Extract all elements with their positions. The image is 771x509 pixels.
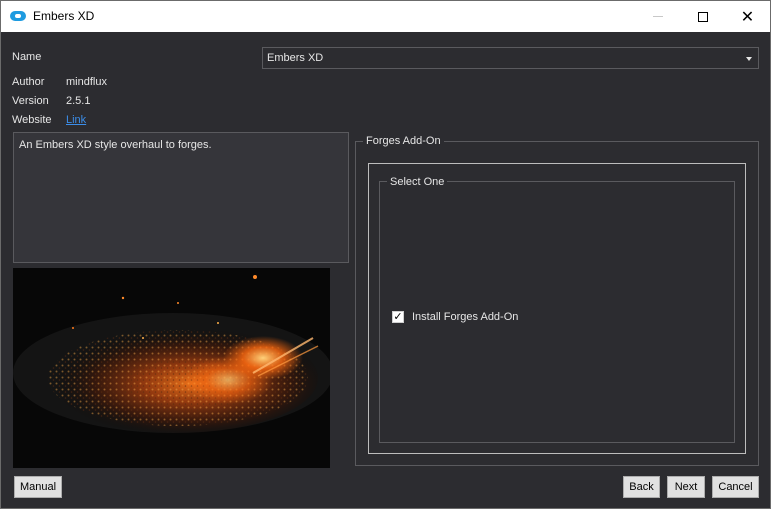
close-icon: ✕ xyxy=(740,6,755,26)
select-one-title: Select One xyxy=(387,176,448,188)
checkmark-icon: ✓ xyxy=(393,310,403,323)
installer-window: Embers XD ✕ Name Embers XD Author mindfl… xyxy=(0,0,771,509)
name-label: Name xyxy=(12,51,42,63)
name-dropdown[interactable]: Embers XD xyxy=(262,47,759,69)
close-button[interactable]: ✕ xyxy=(725,1,770,32)
addon-group-title: Forges Add-On xyxy=(363,135,444,147)
app-logo-icon xyxy=(10,11,26,21)
title-bar: Embers XD ✕ xyxy=(1,1,770,32)
minimize-button[interactable] xyxy=(635,1,680,32)
back-button[interactable]: Back xyxy=(623,476,660,498)
install-addon-label[interactable]: Install Forges Add-On xyxy=(412,311,518,323)
author-value: mindflux xyxy=(66,76,107,88)
manual-button[interactable]: Manual xyxy=(14,476,62,498)
maximize-icon xyxy=(697,11,708,22)
maximize-button[interactable] xyxy=(680,1,725,32)
description-box: An Embers XD style overhaul to forges. xyxy=(13,132,349,263)
website-label: Website xyxy=(12,114,52,126)
embers-illustration xyxy=(13,268,330,468)
next-button[interactable]: Next xyxy=(667,476,705,498)
name-dropdown-value: Embers XD xyxy=(267,52,324,64)
window-title: Embers XD xyxy=(33,9,95,23)
version-value: 2.5.1 xyxy=(66,95,91,107)
website-link[interactable]: Link xyxy=(66,114,86,126)
minimize-icon xyxy=(652,16,663,17)
version-label: Version xyxy=(12,95,49,107)
preview-image xyxy=(13,268,330,468)
author-label: Author xyxy=(12,76,45,88)
install-addon-checkbox[interactable]: ✓ xyxy=(392,311,404,323)
cancel-button[interactable]: Cancel xyxy=(712,476,759,498)
chevron-down-icon xyxy=(746,57,752,61)
